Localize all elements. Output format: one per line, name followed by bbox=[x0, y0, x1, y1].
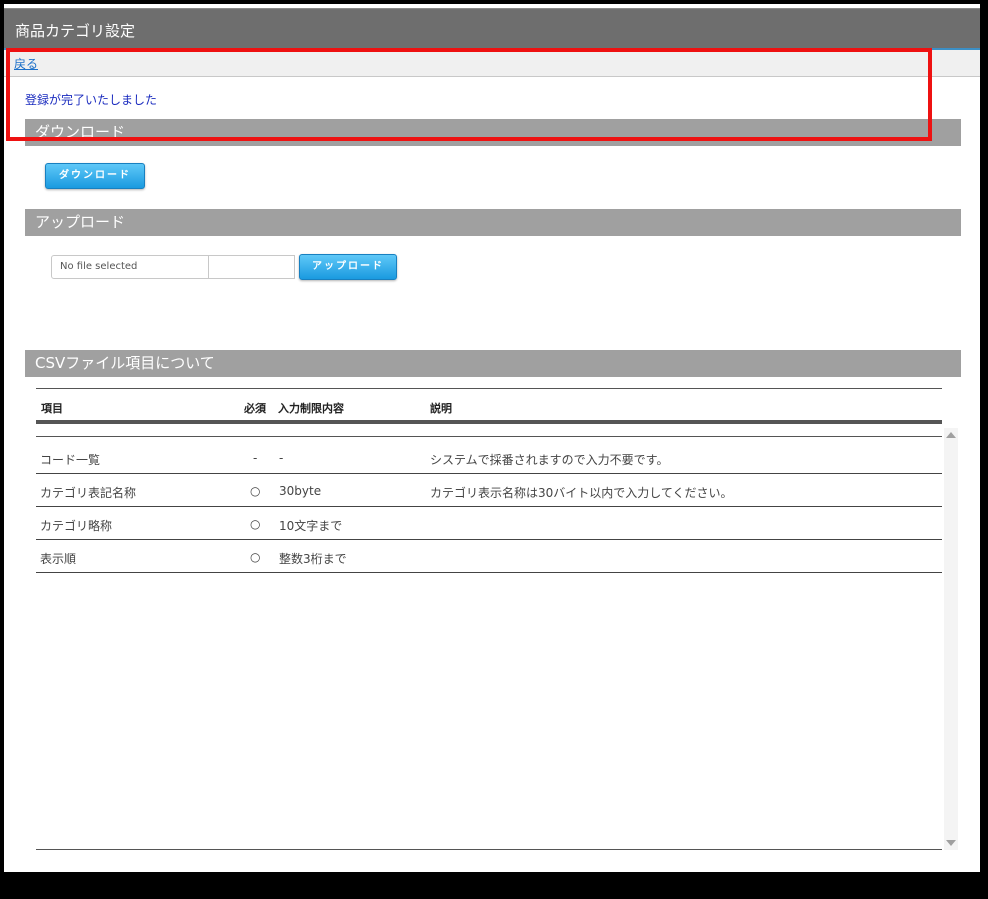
upload-button[interactable]: アップロード bbox=[299, 254, 397, 280]
title-bar: 商品カテゴリ設定 bbox=[4, 8, 980, 49]
upload-section-header: アップロード bbox=[25, 209, 961, 236]
table-bottom-border bbox=[36, 849, 942, 850]
cell-input-limit: 30byte bbox=[279, 484, 322, 498]
cell-input-limit: 10文字まで bbox=[279, 519, 343, 533]
header-input-limit: 入力制限内容 bbox=[278, 402, 344, 415]
table-row: カテゴリ略称 ○ 10文字まで bbox=[36, 507, 942, 540]
vertical-scrollbar[interactable] bbox=[944, 428, 958, 850]
highlight-box bbox=[6, 48, 932, 141]
header-separator bbox=[36, 436, 942, 437]
cell-item: コード一覧 bbox=[40, 453, 101, 467]
download-button[interactable]: ダウンロード bbox=[45, 163, 145, 189]
cell-required: ○ bbox=[250, 484, 261, 498]
cell-item: 表示順 bbox=[40, 552, 77, 566]
table-row: コード一覧 - - システムで採番されますので入力不要です。 bbox=[36, 441, 942, 474]
csv-section-header: CSVファイル項目について bbox=[25, 350, 961, 377]
cell-item: カテゴリ表記名称 bbox=[40, 486, 137, 500]
scroll-up-icon[interactable] bbox=[946, 432, 956, 438]
table-row: 表示順 ○ 整数3桁まで bbox=[36, 540, 942, 573]
cell-description: カテゴリ表示名称は30バイト以内で入力してください。 bbox=[430, 486, 733, 500]
cell-item: カテゴリ略称 bbox=[40, 519, 113, 533]
cell-required: ○ bbox=[250, 550, 261, 564]
table-header: 項目 必須 入力制限内容 説明 bbox=[36, 388, 942, 424]
file-select-input[interactable]: No file selected bbox=[51, 255, 209, 279]
header-required: 必須 bbox=[244, 402, 266, 415]
main-window: 商品カテゴリ設定 戻る 登録が完了いたしました ダウンロード ダウンロード アッ… bbox=[4, 4, 980, 872]
cell-input-limit: 整数3桁まで bbox=[279, 552, 347, 566]
scroll-down-icon[interactable] bbox=[946, 840, 956, 846]
file-name-field[interactable] bbox=[209, 255, 295, 279]
window-title: 商品カテゴリ設定 bbox=[15, 22, 136, 40]
cell-input-limit: - bbox=[279, 451, 284, 465]
cell-description: システムで採番されますので入力不要です。 bbox=[430, 453, 669, 467]
table-row: カテゴリ表記名称 ○ 30byte カテゴリ表示名称は30バイト以内で入力してく… bbox=[36, 474, 942, 507]
cell-required: ○ bbox=[250, 517, 261, 531]
cell-required: - bbox=[253, 451, 258, 465]
header-item: 項目 bbox=[41, 402, 63, 415]
header-description: 説明 bbox=[430, 402, 452, 415]
